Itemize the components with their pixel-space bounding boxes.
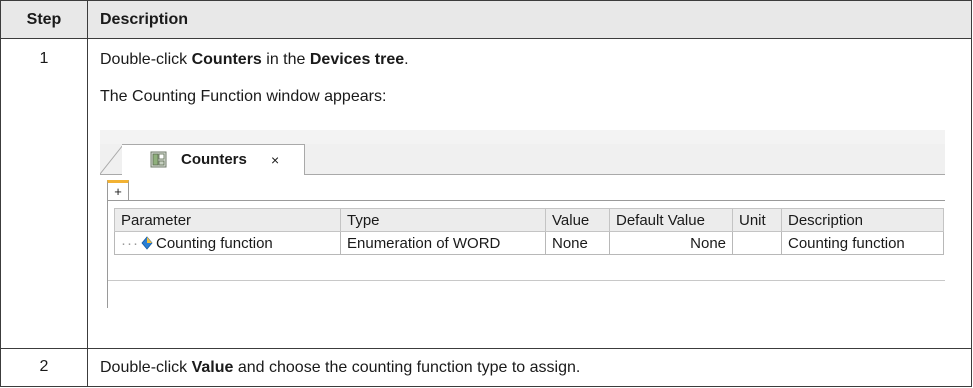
column-header-unit[interactable]: Unit (732, 208, 782, 232)
column-header-description[interactable]: Description (781, 208, 944, 232)
step-number: 2 (0, 348, 88, 387)
tab-close-button[interactable]: × (271, 151, 279, 169)
unit-cell (732, 231, 782, 255)
step-description: Double-click Counters in the Devices tre… (87, 38, 972, 349)
type-cell: Enumeration of WORD (340, 231, 546, 255)
instruction-line: Double-click Counters in the Devices tre… (100, 50, 971, 70)
parameter-name: Counting function (156, 234, 273, 252)
counters-window-screenshot: Counters × + Parameter Type Value Defaul… (100, 130, 945, 308)
blue-diamond-parameter-icon (141, 235, 153, 250)
ui-term: Counters (191, 51, 262, 68)
counters-tab[interactable]: Counters × (122, 144, 305, 175)
step-number: 1 (0, 38, 88, 349)
text-fragment: in the (261, 51, 310, 68)
text-fragment: Double-click (100, 359, 192, 376)
result-line: The Counting Function window appears: (100, 88, 387, 105)
grid-header-row: Parameter Type Value Default Value Unit … (114, 208, 944, 232)
table-header-row: Step Description (0, 0, 972, 39)
parameter-cell[interactable]: ··· Counting function (114, 231, 341, 255)
column-header-type[interactable]: Type (340, 208, 546, 232)
table-row: 1 Double-click Counters in the Devices t… (0, 38, 972, 349)
window-top-band (100, 130, 945, 144)
default-value-cell: None (609, 231, 733, 255)
parameter-panel: Parameter Type Value Default Value Unit … (107, 200, 945, 308)
instruction-line: Double-click Value and choose the counti… (100, 358, 971, 378)
tab-label: Counters (181, 151, 247, 168)
column-header-value[interactable]: Value (545, 208, 610, 232)
tab-slant-edge (100, 144, 124, 174)
procedure-table: Step Description 1 Double-click Counters… (0, 0, 972, 387)
step-description: Double-click Value and choose the counti… (87, 348, 972, 387)
column-header-default-value[interactable]: Default Value (609, 208, 733, 232)
description-cell: Counting function (781, 231, 944, 255)
parameter-grid: Parameter Type Value Default Value Unit … (114, 208, 944, 255)
ui-term: Value (191, 359, 234, 376)
text-fragment: and choose the counting function type to… (233, 359, 581, 376)
text-fragment: Double-click (100, 51, 192, 68)
column-header-parameter[interactable]: Parameter (114, 208, 341, 232)
add-tab-button[interactable]: + (107, 180, 129, 200)
counter-module-icon (150, 151, 167, 168)
step-header: Step (0, 0, 88, 39)
table-row: 2 Double-click Value and choose the coun… (0, 348, 972, 387)
text-fragment: . (404, 51, 409, 68)
description-header: Description (87, 0, 972, 39)
editor-tab-strip: Counters × (100, 144, 945, 175)
ui-term: Devices tree (309, 51, 405, 68)
tree-connector: ··· (121, 234, 139, 252)
table-row[interactable]: ··· Counting function Enumeration of WORD… (114, 231, 944, 255)
value-cell[interactable]: None (545, 231, 610, 255)
grid-bottom-divider (108, 280, 945, 281)
